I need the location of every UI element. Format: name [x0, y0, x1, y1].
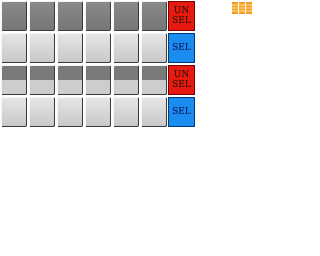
step-cell[interactable] — [141, 1, 167, 31]
step-cell[interactable] — [1, 65, 27, 95]
step-cell[interactable] — [1, 1, 27, 31]
step-cell[interactable] — [29, 33, 55, 63]
toggle-label: SEL — [172, 107, 191, 117]
stacked-coins-icon[interactable] — [232, 0, 256, 14]
grid-row-3: UN SEL — [0, 64, 196, 96]
stacked-coins-icon-svg — [232, 2, 252, 14]
grid-row-4: SEL — [0, 96, 196, 128]
step-cell[interactable] — [57, 1, 83, 31]
toggle-label: UN SEL — [172, 6, 191, 26]
step-cell[interactable] — [1, 33, 27, 63]
step-cell[interactable] — [113, 33, 139, 63]
step-cell[interactable] — [29, 65, 55, 95]
step-cell[interactable] — [29, 1, 55, 31]
step-cell[interactable] — [85, 65, 111, 95]
step-cell[interactable] — [85, 97, 111, 127]
select-toggle-button[interactable]: SEL — [168, 33, 195, 63]
step-cell[interactable] — [141, 65, 167, 95]
sequencer-grid: UN SEL SEL UN SEL SEL — [0, 0, 196, 128]
step-cell[interactable] — [85, 1, 111, 31]
step-cell[interactable] — [29, 97, 55, 127]
step-cell[interactable] — [1, 97, 27, 127]
toggle-label: UN SEL — [172, 70, 191, 90]
unselect-toggle-button[interactable]: UN SEL — [168, 65, 195, 95]
step-cell[interactable] — [57, 65, 83, 95]
select-toggle-button[interactable]: SEL — [168, 97, 195, 127]
step-cell[interactable] — [85, 33, 111, 63]
unselect-toggle-button[interactable]: UN SEL — [168, 1, 195, 31]
step-cell[interactable] — [141, 97, 167, 127]
step-cell[interactable] — [113, 1, 139, 31]
toggle-label: SEL — [172, 43, 191, 53]
grid-row-2: SEL — [0, 32, 196, 64]
step-cell[interactable] — [57, 97, 83, 127]
step-cell[interactable] — [141, 33, 167, 63]
grid-row-1: UN SEL — [0, 0, 196, 32]
step-cell[interactable] — [57, 33, 83, 63]
step-cell[interactable] — [113, 65, 139, 95]
step-cell[interactable] — [113, 97, 139, 127]
